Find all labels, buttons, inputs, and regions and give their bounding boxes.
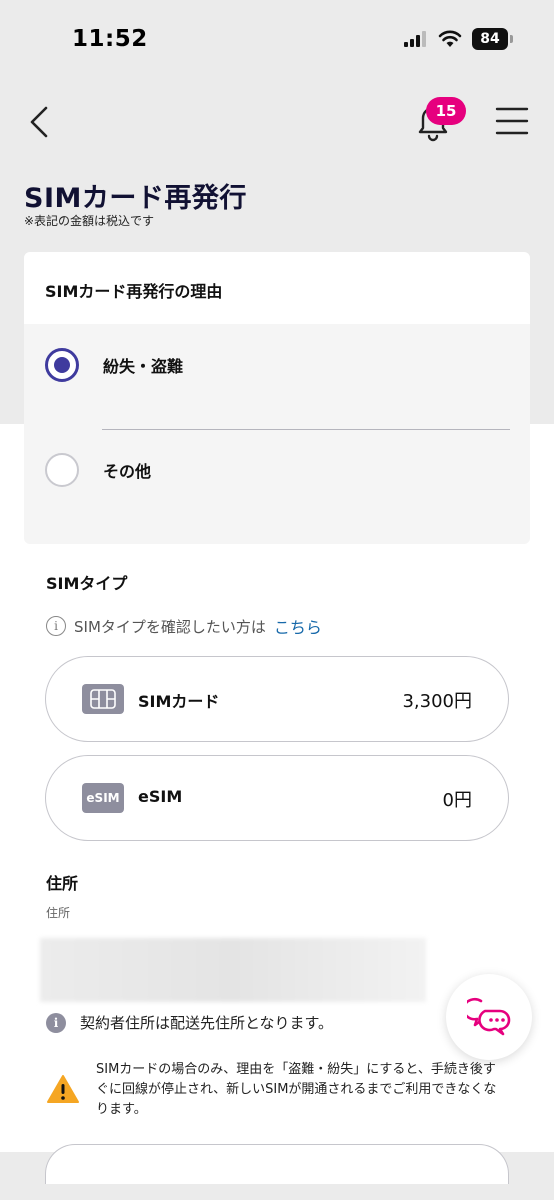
chat-button[interactable]	[446, 974, 532, 1060]
radio-selected[interactable]	[45, 348, 79, 382]
address-note-text: 契約者住所は配送先住所となります。	[80, 1014, 334, 1032]
chat-bubbles-icon	[467, 997, 511, 1036]
sim-type-info-text: SIMタイプを確認したい方は	[74, 617, 266, 636]
address-value-redacted	[40, 938, 426, 1002]
info-icon: i	[46, 616, 66, 636]
sim-type-heading: SIMタイプ	[46, 574, 128, 593]
sim-type-info-link[interactable]: こちら	[274, 614, 322, 638]
status-icons: 84	[404, 28, 513, 50]
wifi-icon	[438, 30, 462, 47]
reason-option-lost[interactable]: 紛失・盗難	[45, 348, 183, 382]
esim-icon: eSIM	[82, 783, 124, 813]
menu-button[interactable]	[494, 104, 530, 138]
reason-card: SIMカード再発行の理由 紛失・盗難 その他	[24, 252, 530, 544]
address-heading: 住所	[46, 874, 79, 893]
chevron-left-icon	[30, 106, 48, 138]
tax-note: ※表記の金額は税込です	[24, 214, 155, 228]
sim-card-option[interactable]: SIMカード 3,300円	[45, 656, 509, 742]
warning-text: SIMカードの場合のみ、理由を「盗難・紛失」にすると、手続き後すぐに回線が停止さ…	[96, 1062, 497, 1117]
reason-heading: SIMカード再発行の理由	[24, 252, 530, 324]
sim-card-option-name: SIMカード	[138, 692, 220, 711]
radio-unselected[interactable]	[45, 453, 79, 487]
divider	[102, 429, 510, 430]
address-note: i 契約者住所は配送先住所となります。	[46, 1012, 333, 1033]
reason-option-other[interactable]: その他	[45, 453, 151, 487]
info-icon: i	[46, 1012, 66, 1033]
reason-option-label: 紛失・盗難	[103, 357, 184, 376]
sim-card-icon	[82, 684, 124, 714]
address-sub-label: 住所	[46, 906, 71, 920]
status-time: 11:52	[72, 26, 148, 52]
hamburger-menu-icon	[495, 107, 529, 135]
sim-card-option-price: 3,300円	[402, 691, 472, 712]
sim-type-info: i SIMタイプを確認したい方は こちら	[46, 614, 322, 638]
reason-option-label: その他	[103, 462, 152, 481]
back-button[interactable]	[24, 102, 60, 142]
esim-option[interactable]: eSIM eSIM 0円	[45, 755, 509, 841]
next-option-card[interactable]	[45, 1144, 509, 1184]
signal-icon	[404, 31, 426, 47]
page-title: SIMカード再発行	[24, 183, 247, 214]
notification-badge: 15	[426, 97, 466, 125]
warning-icon	[47, 1075, 79, 1103]
esim-option-name: eSIM	[138, 787, 183, 806]
esim-option-price: 0円	[442, 790, 472, 811]
battery-indicator: 84	[472, 28, 513, 50]
